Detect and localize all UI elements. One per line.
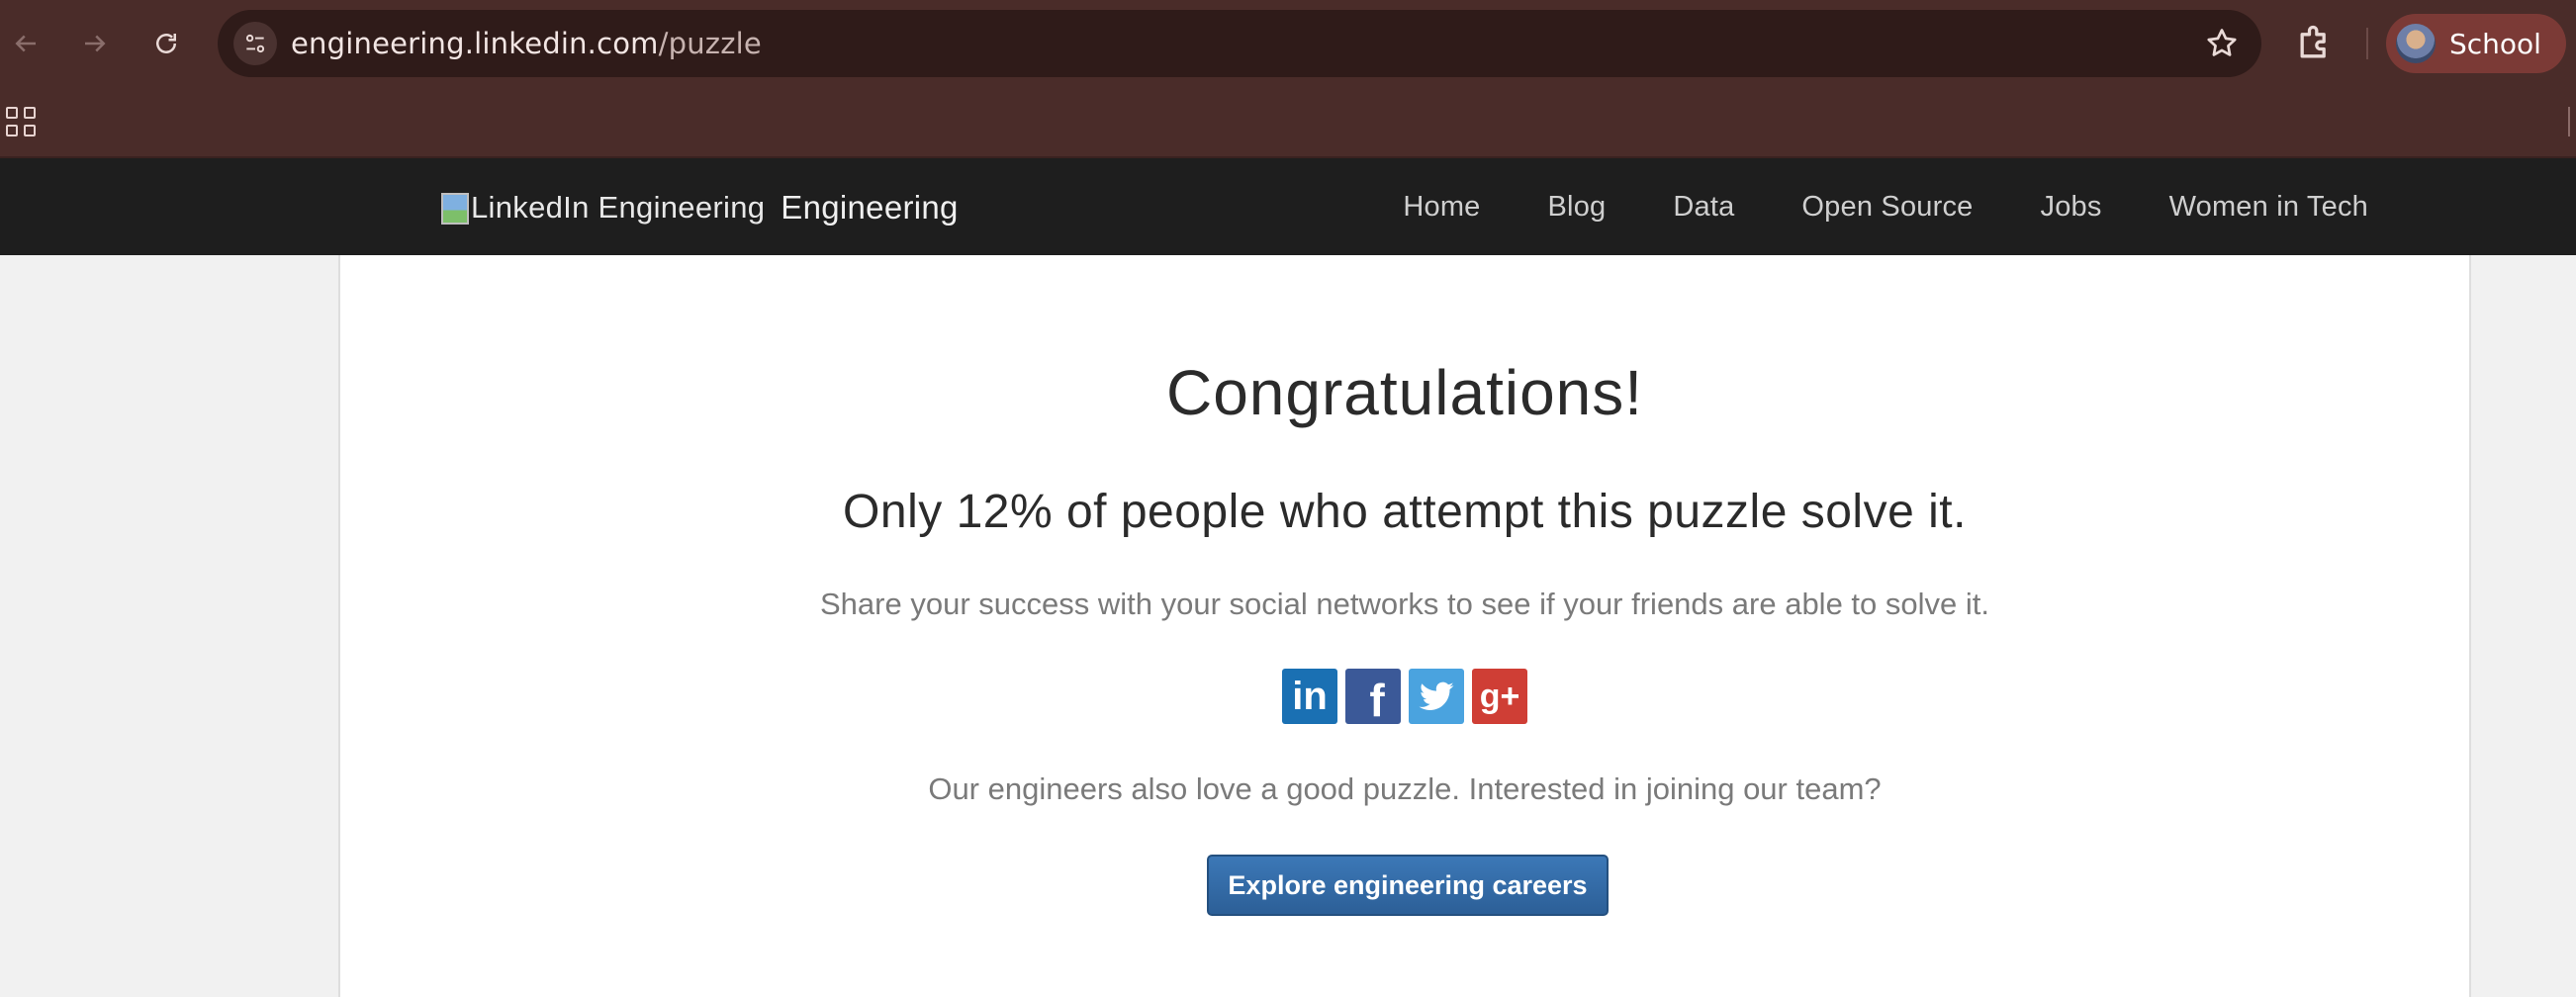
reload-icon [156, 34, 176, 53]
address-bar[interactable]: engineering.linkedin.com/puzzle [218, 10, 2261, 77]
browser-toolbar: engineering.linkedin.com/puzzle School [0, 0, 2576, 87]
linkedin-icon[interactable]: in [1282, 669, 1337, 724]
logo-alt-text: LinkedIn Engineering [471, 190, 766, 225]
main-nav: Home Blog Data Open Source Jobs Women in… [1335, 158, 2368, 255]
apps-grid-icon[interactable] [6, 107, 36, 136]
url-path: /puzzle [658, 27, 762, 60]
site-logo[interactable]: LinkedIn Engineering Engineering [439, 186, 959, 229]
share-text: Share your success with your social netw… [820, 587, 1989, 621]
bookmarks-overflow-edge [2568, 107, 2570, 136]
explore-careers-button[interactable]: Explore engineering careers [1207, 855, 1609, 916]
page-title: Congratulations! [1165, 357, 1644, 428]
twitter-icon[interactable] [1409, 669, 1464, 724]
forward-button[interactable] [75, 24, 115, 63]
facebook-glyph: f [1369, 675, 1385, 726]
url-text: engineering.linkedin.com/puzzle [291, 10, 762, 77]
extensions-icon[interactable] [2293, 22, 2337, 65]
logo-text: Engineering [781, 189, 959, 226]
nav-home[interactable]: Home [1403, 191, 1480, 224]
site-info-icon[interactable] [233, 22, 277, 65]
nav-women-in-tech[interactable]: Women in Tech [2169, 191, 2368, 224]
url-host: engineering.linkedin.com [291, 27, 659, 60]
content-card: Congratulations! Only 12% of people who … [338, 255, 2471, 997]
nav-jobs[interactable]: Jobs [2041, 191, 2102, 224]
profile-label: School [2449, 27, 2541, 60]
back-button[interactable] [6, 24, 46, 63]
toolbar-separator [2366, 28, 2368, 59]
page-subtitle: Only 12% of people who attempt this puzz… [843, 486, 1967, 538]
linkedin-glyph: in [1292, 674, 1328, 718]
social-share-row: in f g+ [1282, 669, 1527, 726]
google-plus-icon[interactable]: g+ [1472, 669, 1527, 724]
broken-image-icon [439, 191, 469, 225]
bookmarks-bar [0, 87, 2576, 158]
facebook-icon[interactable]: f [1345, 669, 1401, 726]
google-plus-glyph: g+ [1479, 677, 1520, 715]
nav-blog[interactable]: Blog [1548, 191, 1607, 224]
reload-button[interactable] [146, 24, 186, 63]
profile-button[interactable]: School [2386, 14, 2566, 73]
arrow-right-icon [85, 35, 106, 52]
avatar [2396, 24, 2436, 63]
bookmark-star-icon[interactable] [2204, 26, 2240, 61]
twitter-bird-icon [1419, 681, 1454, 710]
site-header: LinkedIn Engineering Engineering Home Bl… [0, 158, 2576, 255]
team-text: Our engineers also love a good puzzle. I… [928, 771, 1882, 806]
nav-data[interactable]: Data [1673, 191, 1734, 224]
arrow-left-icon [15, 35, 36, 52]
nav-open-source[interactable]: Open Source [1801, 191, 1973, 224]
